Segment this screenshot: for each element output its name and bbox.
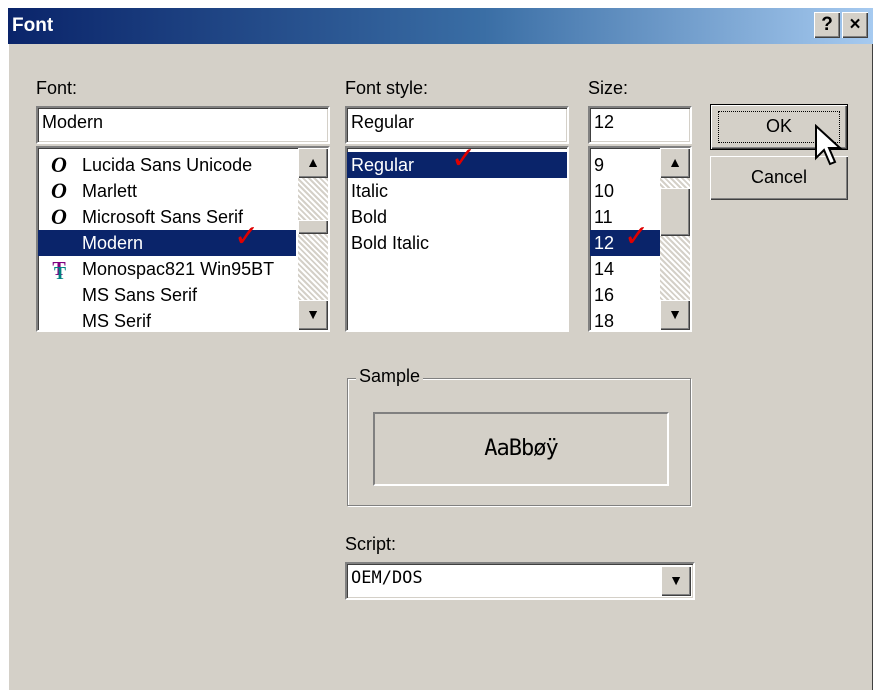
size-input[interactable]: 12	[588, 106, 692, 144]
font-style-input[interactable]: Regular	[345, 106, 569, 144]
size-list-item[interactable]: 9	[590, 152, 660, 178]
font-name-input[interactable]: Modern	[36, 106, 330, 144]
mouse-pointer-icon	[815, 124, 843, 166]
font-list-item[interactable]: O Lucida Sans Unicode	[38, 152, 296, 178]
scroll-thumb[interactable]	[660, 188, 690, 236]
font-list[interactable]: O Lucida Sans Unicode O Marlett O Microsoft…	[36, 146, 330, 332]
opentype-icon: O	[51, 178, 67, 203]
size-list-scrollbar[interactable]: ▲ ▼	[660, 148, 690, 330]
red-checkmark-icon: ✓	[234, 220, 260, 253]
scroll-up-icon[interactable]: ▲	[660, 148, 690, 178]
font-style-list[interactable]: Regular ✓ Italic Bold Bold Italic	[345, 146, 569, 332]
style-list-item[interactable]: Bold Italic	[347, 230, 567, 256]
dialog-title: Font	[12, 15, 54, 36]
truetype-icon: T	[46, 256, 72, 286]
size-list-item[interactable]: 10	[590, 178, 660, 204]
dropdown-arrow-icon[interactable]: ▼	[661, 566, 691, 596]
opentype-icon: O	[51, 152, 67, 177]
font-list-scrollbar[interactable]: ▲ ▼	[298, 148, 328, 330]
close-button[interactable]: ×	[842, 12, 868, 38]
style-list-item[interactable]: Bold	[347, 204, 567, 230]
red-checkmark-icon: ✓	[624, 220, 650, 253]
style-list-item-selected[interactable]: Regular ✓	[347, 148, 567, 178]
size-list-item[interactable]: 16	[590, 282, 660, 308]
scroll-down-icon[interactable]: ▼	[660, 300, 690, 330]
script-select[interactable]: OEM/DOS	[345, 562, 695, 600]
font-list-item[interactable]: MS Serif	[38, 308, 296, 330]
sample-label: Sample	[356, 366, 424, 387]
sample-preview: AaBbøÿ	[373, 412, 669, 486]
font-list-item[interactable]: O Marlett	[38, 178, 296, 204]
title-bar[interactable]: Font ? ×	[8, 8, 873, 44]
style-list-item[interactable]: Italic	[347, 178, 567, 204]
font-list-item[interactable]: MS Sans Serif	[38, 282, 296, 308]
help-button[interactable]: ?	[814, 12, 840, 38]
scroll-up-icon[interactable]: ▲	[298, 148, 328, 178]
scroll-down-icon[interactable]: ▼	[298, 300, 328, 330]
font-list-item[interactable]: TMonospac821 Win95BT	[38, 256, 296, 286]
font-label: Font:	[36, 78, 78, 98]
font-style-label: Font style:	[345, 78, 429, 98]
opentype-icon: O	[51, 204, 67, 229]
font-dialog: Font ? × Font: Modern O Lucida Sans Unico…	[8, 8, 873, 690]
size-label: Size:	[588, 78, 629, 98]
scroll-thumb[interactable]	[298, 220, 328, 234]
red-checkmark-icon: ✓	[451, 146, 477, 175]
size-list-item[interactable]: 18	[590, 308, 660, 330]
size-list[interactable]: 9 10 11 12 ✓ 14 16 18 ▲ ▼	[588, 146, 692, 332]
size-list-item[interactable]: 14	[590, 256, 660, 282]
size-list-item-selected[interactable]: 12 ✓	[590, 222, 660, 256]
script-label: Script:	[345, 534, 397, 554]
font-list-item-selected[interactable]: Modern ✓	[38, 222, 296, 256]
